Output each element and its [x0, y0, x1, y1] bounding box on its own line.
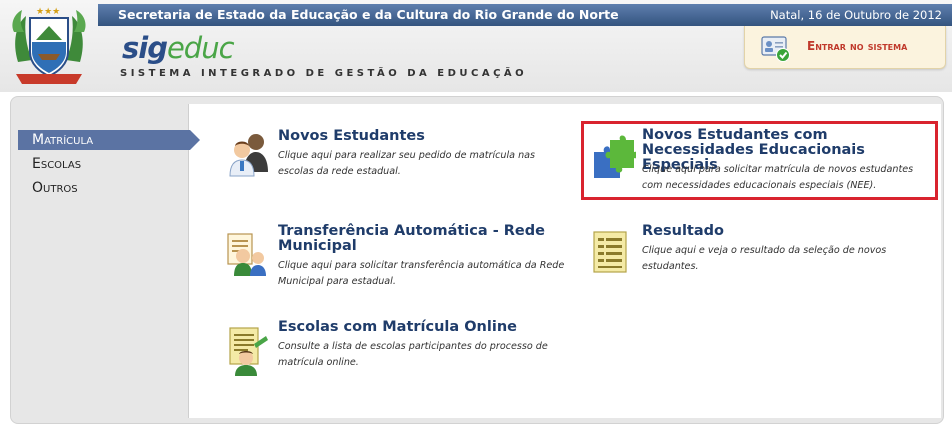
nav-item-matricula[interactable]: Matrícula [18, 130, 200, 150]
option-description: Clique aqui para solicitar matrícula de … [642, 164, 914, 191]
document-icon [593, 231, 627, 273]
puzzle-icon [594, 135, 636, 178]
login-label: Entrar no sistema [807, 39, 908, 53]
option-title: Novos Estudantes [278, 128, 425, 144]
institution-title: Secretaria de Estado da Educação e da Cu… [118, 7, 619, 22]
nav-item-escolas[interactable]: Escolas [18, 154, 198, 178]
svg-text:★★★: ★★★ [36, 7, 60, 17]
sidebar-nav: Matrícula Escolas Outros [18, 130, 200, 202]
id-card-icon [761, 36, 790, 62]
list-icon [229, 327, 268, 376]
option-description: Clique aqui para realizar seu pedido de … [278, 150, 536, 177]
option-resultado[interactable]: Resultado Clique aqui e veja o resultado… [590, 224, 934, 284]
logo-educ: educ [166, 31, 235, 65]
option-novos-estudantes-nee[interactable]: Novos Estudantes com Necessidades Educac… [590, 128, 934, 196]
option-description: Clique aqui para solicitar transferência… [278, 260, 565, 287]
header: ★★★ Secretaria de Estado da Educação e d… [0, 0, 952, 92]
transfer-icon [227, 233, 266, 276]
logo-sig: sig [122, 31, 168, 65]
state-crest-icon: ★★★ [12, 7, 86, 84]
option-description: Clique aqui e veja o resultado da seleçã… [642, 245, 887, 272]
option-transferencia-automatica[interactable]: Transferência Automática - Rede Municipa… [226, 224, 576, 292]
option-escolas-matricula-online[interactable]: Escolas com Matrícula Online Consulte a … [226, 320, 576, 380]
option-title: Resultado [642, 223, 724, 239]
login-button[interactable]: Entrar no sistema [744, 26, 946, 69]
option-novos-estudantes[interactable]: Novos Estudantes Clique aqui para realiz… [226, 128, 576, 188]
top-bar: Secretaria de Estado da Educação e da Cu… [98, 4, 952, 26]
logo-subtitle: SISTEMA INTEGRADO DE GESTÃO DA EDUCAÇÃO [120, 68, 528, 79]
option-title: Escolas com Matrícula Online [278, 319, 517, 335]
option-description: Consulte a lista de escolas participante… [278, 341, 548, 368]
sigeduc-logo: sigeduc [122, 31, 235, 65]
students-icon [229, 134, 268, 177]
option-title: Transferência Automática - Rede Municipa… [278, 223, 545, 254]
current-date: Natal, 16 de Outubro de 2012 [770, 8, 942, 22]
nav-item-outros[interactable]: Outros [18, 178, 198, 202]
